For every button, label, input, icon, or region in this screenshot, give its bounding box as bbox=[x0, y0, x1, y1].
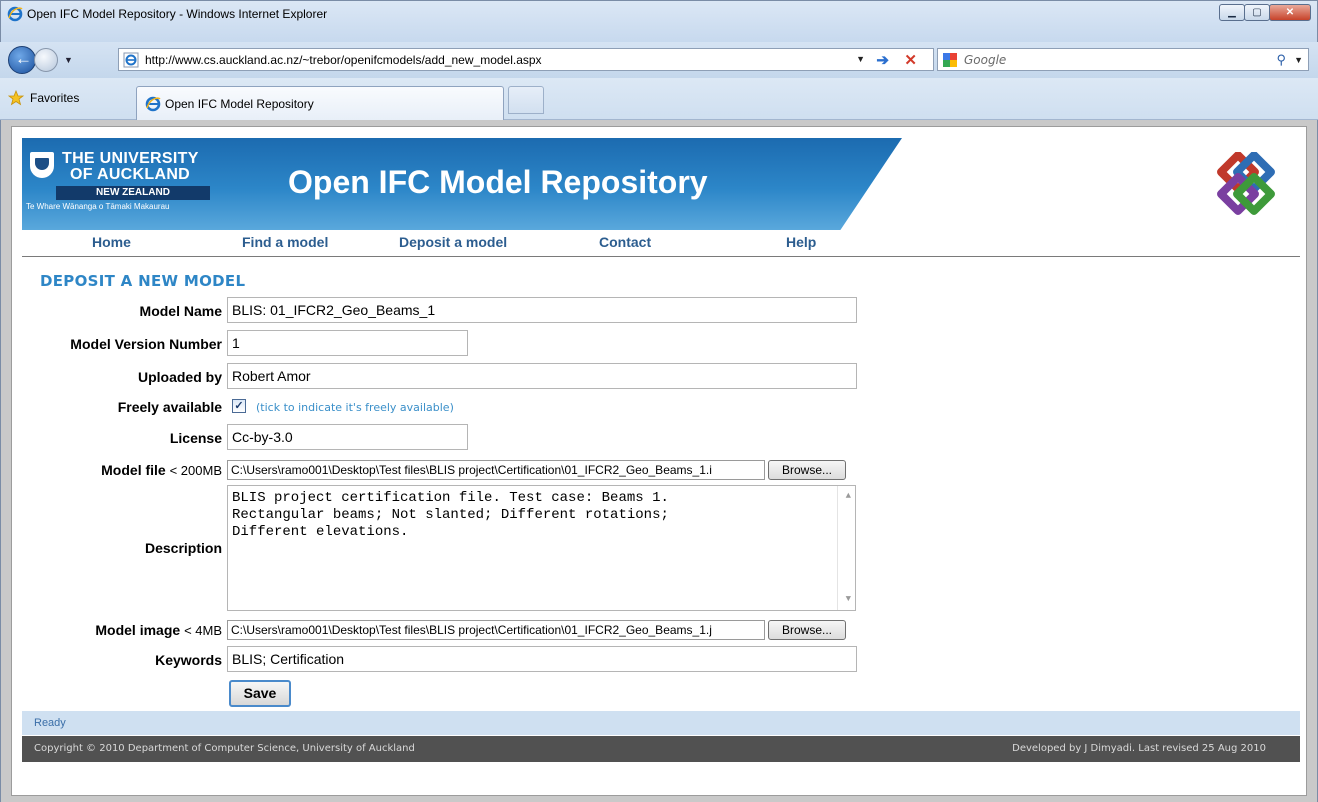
description-label: Description bbox=[144, 540, 222, 556]
scroll-down-icon[interactable]: ▼ bbox=[846, 591, 851, 608]
university-line2: OF AUCKLAND bbox=[70, 166, 191, 183]
search-placeholder: Google bbox=[964, 53, 1007, 67]
model-image-input[interactable]: C:\Users\ramo001\Desktop\Test files\BLIS… bbox=[227, 620, 765, 640]
tab-open-ifc[interactable]: Open IFC Model Repository bbox=[136, 86, 504, 120]
minimize-button[interactable]: ▁ bbox=[1219, 4, 1245, 21]
status-bar: Ready bbox=[22, 711, 1300, 735]
ie-logo-icon bbox=[7, 6, 23, 22]
university-line4: Te Whare Wānanga o Tāmaki Makaurau bbox=[26, 202, 170, 211]
model-file-input[interactable]: C:\Users\ramo001\Desktop\Test files\BLIS… bbox=[227, 460, 765, 480]
stop-icon[interactable]: ✕ bbox=[904, 51, 917, 69]
model-image-label-text: Model image bbox=[95, 622, 181, 638]
model-file-label-text: Model file bbox=[101, 462, 166, 478]
ie-tab-icon bbox=[145, 96, 161, 112]
model-image-browse-button[interactable]: Browse... bbox=[768, 620, 846, 640]
search-icon[interactable]: ⚲ bbox=[1276, 52, 1286, 68]
close-icon: ✕ bbox=[1285, 7, 1295, 18]
history-dropdown-icon[interactable]: ▼ bbox=[64, 55, 73, 65]
save-button[interactable]: Save bbox=[229, 680, 291, 707]
status-text: Ready bbox=[34, 717, 66, 729]
model-file-browse-button[interactable]: Browse... bbox=[768, 460, 846, 480]
page-title: DEPOSIT A NEW MODEL bbox=[40, 272, 246, 290]
address-toolbar: ← ▼ http://www.cs.auckland.ac.nz/~trebor… bbox=[0, 42, 1318, 78]
ie-page-icon bbox=[123, 52, 139, 68]
nav-help[interactable]: Help bbox=[786, 234, 816, 250]
main-nav: Home Find a model Deposit a model Contac… bbox=[22, 231, 1300, 257]
page-footer: Copyright © 2010 Department of Computer … bbox=[22, 736, 1300, 762]
address-bar[interactable]: http://www.cs.auckland.ac.nz/~trebor/ope… bbox=[118, 48, 934, 71]
search-dropdown-icon[interactable]: ▼ bbox=[1294, 55, 1303, 65]
window-titlebar: Open IFC Model Repository - Windows Inte… bbox=[0, 0, 1318, 42]
close-window-button[interactable]: ✕ bbox=[1269, 4, 1311, 21]
google-icon bbox=[943, 53, 957, 67]
footer-developer: Developed by J Dimyadi. Last revised 25 … bbox=[1012, 743, 1266, 754]
star-icon bbox=[8, 90, 24, 106]
search-box[interactable]: Google ⚲ ▼ bbox=[937, 48, 1309, 71]
uploaded-by-input[interactable]: Robert Amor bbox=[227, 363, 857, 389]
address-url[interactable]: http://www.cs.auckland.ac.nz/~trebor/ope… bbox=[145, 53, 542, 67]
model-version-input[interactable]: 1 bbox=[227, 330, 468, 356]
site-title: Open IFC Model Repository bbox=[288, 164, 708, 200]
minimize-icon: ▁ bbox=[1228, 7, 1236, 18]
nav-deposit-model[interactable]: Deposit a model bbox=[399, 234, 507, 250]
maximize-button[interactable]: ▢ bbox=[1244, 4, 1270, 21]
window-title: Open IFC Model Repository - Windows Inte… bbox=[27, 7, 328, 21]
keywords-label: Keywords bbox=[155, 652, 222, 668]
model-name-label: Model Name bbox=[139, 303, 222, 319]
maximize-icon: ▢ bbox=[1252, 7, 1262, 18]
nav-contact[interactable]: Contact bbox=[599, 234, 651, 250]
favorites-button[interactable]: Favorites bbox=[8, 90, 79, 106]
keywords-input[interactable]: BLIS; Certification bbox=[227, 646, 857, 672]
arrow-left-icon: ← bbox=[15, 49, 32, 68]
license-label: License bbox=[169, 430, 222, 446]
description-textarea[interactable]: BLIS project certification file. Test ca… bbox=[227, 485, 856, 611]
model-image-label: Model image < 4MB bbox=[95, 622, 222, 638]
favorites-label: Favorites bbox=[30, 91, 80, 105]
back-button[interactable]: ← bbox=[8, 46, 36, 74]
model-file-label: Model file < 200MB bbox=[101, 462, 222, 478]
ifc-logo-icon bbox=[1217, 152, 1275, 215]
description-text: BLIS project certification file. Test ca… bbox=[232, 490, 669, 540]
tab-row: Favorites Open IFC Model Repository bbox=[0, 78, 1318, 120]
new-tab-button[interactable] bbox=[508, 86, 544, 114]
checkmark-icon: ✓ bbox=[234, 400, 244, 412]
tab-title: Open IFC Model Repository bbox=[165, 97, 314, 111]
freely-available-hint: (tick to indicate it's freely available) bbox=[256, 401, 454, 414]
license-input[interactable]: Cc-by-3.0 bbox=[227, 424, 468, 450]
model-file-limit: < 200MB bbox=[169, 463, 222, 478]
address-dropdown-icon[interactable]: ▼ bbox=[856, 54, 865, 64]
freely-available-checkbox[interactable]: ✓ bbox=[232, 399, 246, 413]
go-arrow-icon[interactable]: ➔ bbox=[876, 51, 889, 69]
site-banner: THE UNIVERSITY OF AUCKLAND NEW ZEALAND T… bbox=[22, 138, 1300, 230]
crest-icon bbox=[30, 152, 54, 178]
model-name-input[interactable]: BLIS: 01_IFCR2_Geo_Beams_1 bbox=[227, 297, 857, 323]
nav-find-model[interactable]: Find a model bbox=[242, 234, 328, 250]
university-line3: NEW ZEALAND bbox=[56, 186, 210, 200]
uploaded-by-label: Uploaded by bbox=[137, 369, 222, 385]
description-scrollbar[interactable]: ▲ ▼ bbox=[837, 486, 855, 610]
footer-copyright: Copyright © 2010 Department of Computer … bbox=[34, 743, 415, 754]
model-version-label: Model Version Number bbox=[70, 336, 222, 352]
forward-button[interactable] bbox=[34, 48, 58, 72]
model-image-limit: < 4MB bbox=[184, 623, 222, 638]
freely-available-label: Freely available bbox=[117, 399, 222, 415]
nav-home[interactable]: Home bbox=[92, 234, 131, 250]
scroll-up-icon[interactable]: ▲ bbox=[846, 488, 851, 505]
